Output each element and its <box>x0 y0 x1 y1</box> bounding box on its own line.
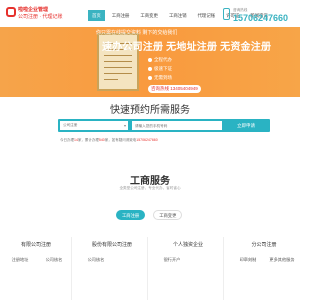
stats-phone: 15706247660 <box>136 138 158 142</box>
services-tabs: 工商注册 工商变更 <box>116 210 190 220</box>
banner-headline: 速办公司注册 无地址注册 无资金注册 <box>102 42 272 53</box>
service-link[interactable]: 银行开户 <box>156 257 188 263</box>
hotline-number: 15706247660 <box>233 13 289 23</box>
services-title: 工商服务 <box>130 176 170 187</box>
nav-item-bookkeeping[interactable]: 代理记账 <box>194 10 220 21</box>
banner-features: 全程代办 极速下证 无需到场 <box>148 57 172 84</box>
hero-banner[interactable]: 你只需在线提交资料 剩下的交给我们 速办公司注册 无地址注册 无资金注册 全程代… <box>0 27 300 97</box>
service-column: 分公司注册 印章刻制 更多其他服务 <box>228 237 300 300</box>
service-column: 有限公司注册 注册地址 公司核名 <box>0 237 72 300</box>
site-header: 啦啦企业管理 公司注册 · 代理记账 首页 工商注册 工商变更 工商注销 代理记… <box>0 0 300 27</box>
brand-logo[interactable]: 啦啦企业管理 公司注册 · 代理记账 <box>6 7 62 23</box>
service-column: 股份有限公司注册 公司核名 <box>76 237 148 300</box>
service-column: 个人独资企业 银行开户 <box>152 237 224 300</box>
nav-item-change[interactable]: 工商变更 <box>136 10 162 21</box>
chevron-down-icon: ▾ <box>123 123 126 128</box>
check-icon <box>148 76 152 80</box>
banner-subtitle: 你只需在线提交资料 剩下的交给我们 <box>96 30 178 36</box>
nav-item-home[interactable]: 首页 <box>88 10 105 21</box>
service-link[interactable]: 公司核名 <box>80 257 112 263</box>
service-select[interactable]: 公司注册 ▾ <box>60 121 128 130</box>
phone-input[interactable] <box>132 121 222 130</box>
tab-registration[interactable]: 工商注册 <box>116 210 146 220</box>
logo-tagline: 公司注册 · 代理记账 <box>18 14 63 20</box>
logo-icon <box>6 7 16 17</box>
feature-item: 无需到场 <box>148 75 172 81</box>
service-link[interactable]: 公司核名 <box>38 257 70 263</box>
column-title: 分公司注册 <box>251 242 277 248</box>
nav-item-deregistration[interactable]: 工商注销 <box>165 10 191 21</box>
service-columns: 有限公司注册 注册地址 公司核名 股份有限公司注册 公司核名 个人独资企业 银行… <box>0 237 300 300</box>
service-link[interactable]: 更多其他服务 <box>266 257 298 263</box>
service-link[interactable]: 注册地址 <box>4 257 36 263</box>
banner-phone[interactable]: 咨询热线 13405404949 <box>148 85 201 93</box>
tab-change[interactable]: 工商变更 <box>153 210 183 220</box>
service-select-value: 公司注册 <box>63 123 78 127</box>
booking-stats: 今日办理14家，累计办理540家，如有疑问请致电15706247660 <box>60 138 158 142</box>
check-icon <box>148 58 152 62</box>
column-title: 有限公司注册 <box>20 242 51 248</box>
logo-text: 啦啦企业管理 <box>18 7 49 13</box>
services-subtitle: 全类型公司注册，专业代办，省时省心 <box>119 186 181 190</box>
check-icon <box>148 67 152 71</box>
column-title: 个人独资企业 <box>172 242 203 248</box>
nav-item-registration[interactable]: 工商注册 <box>108 10 134 21</box>
service-link[interactable]: 印章刻制 <box>232 257 264 263</box>
apply-button[interactable]: 立即申请 <box>226 121 266 130</box>
column-title: 股份有限公司注册 <box>91 242 132 248</box>
phone-icon <box>223 8 230 20</box>
feature-item: 极速下证 <box>148 66 172 72</box>
booking-title: 快速预约所需服务 <box>110 105 190 116</box>
feature-item: 全程代办 <box>148 57 172 63</box>
